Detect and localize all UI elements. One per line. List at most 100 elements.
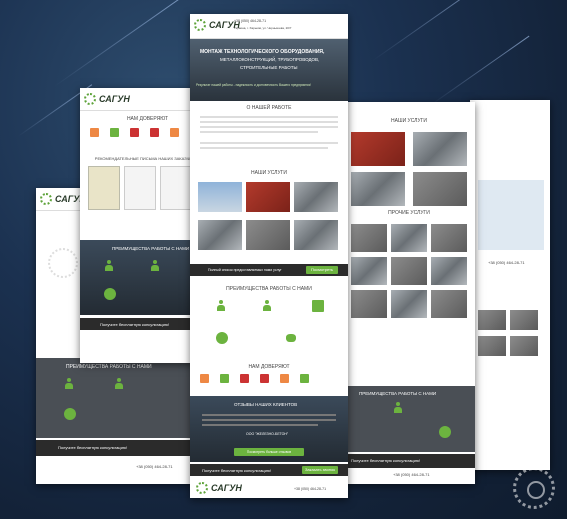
section-title: НАШИ УСЛУГИ: [251, 170, 287, 176]
section-title: НАМ ДОВЕРЯЮТ: [248, 364, 290, 370]
section-title: ОТЗЫВЫ НАШИХ КЛИЕНТОВ: [234, 402, 298, 407]
order-call-button[interactable]: Заказать звонок: [302, 466, 338, 474]
mockup-page-center: САГУН +38 (050) 464-28-71 Украина, г. Ха…: [190, 14, 348, 498]
hero-title-line: МЕТАЛЛОКОНСТРУКЦИЙ, ТРУБОПРОВОДОВ,: [220, 57, 320, 62]
text-line: [200, 121, 338, 123]
client-logo: [110, 128, 119, 137]
footer-phone: +38 (050) 464-28-71: [393, 472, 430, 477]
hero-banner: МОНТАЖ ТЕХНОЛОГИЧЕСКОГО ОБОРУДОВАНИЯ, МЕ…: [190, 39, 348, 101]
consult-bar: Получите бесплатную консультацию!: [343, 454, 475, 468]
text-line: [200, 142, 338, 144]
client-logo: [200, 374, 209, 383]
watermark-logo: [513, 467, 555, 509]
client-logo: [150, 128, 159, 137]
contact-phone: +38 (050) 464-28-71: [488, 260, 525, 265]
header-phone: +38 (050) 464-28-71: [234, 19, 267, 23]
text-line: [200, 116, 338, 118]
service-photo: [351, 132, 405, 166]
person-icon: [104, 260, 114, 272]
clock-icon: [64, 408, 76, 420]
brand-name: САГУН: [211, 483, 242, 493]
service-photo: [413, 132, 467, 166]
clock-icon: [104, 288, 116, 300]
service-photo: [391, 224, 427, 252]
client-logo: [170, 128, 179, 137]
gallery-photo: [510, 310, 538, 330]
view-services-button[interactable]: Посмотреть: [306, 266, 338, 274]
gear-icon: [48, 248, 78, 278]
person-icon: [216, 300, 226, 312]
text-line: [202, 414, 336, 416]
advantages-section: ПРЕИМУЩЕСТВА РАБОТЫ С НАМИ: [36, 358, 196, 438]
map-widget: [478, 180, 544, 250]
reviews-section: ОТЗЫВЫ НАШИХ КЛИЕНТОВ ООО "ЖЕЛЕЗНО-БЕТОН…: [190, 396, 348, 462]
text-line: [200, 131, 318, 133]
letter-image: [124, 166, 156, 210]
service-photo: [351, 224, 387, 252]
more-reviews-button[interactable]: Посмотреть больше отзывов: [234, 448, 304, 456]
gallery-photo: [510, 336, 538, 356]
section-title: ПРЕИМУЩЕСТВА РАБОТЫ С НАМИ: [112, 246, 190, 251]
brand-logo: САГУН: [84, 92, 130, 106]
consult-text: Получите бесплатную консультацию!: [100, 322, 169, 327]
person-icon: [64, 378, 74, 390]
service-photo: [391, 257, 427, 285]
service-photo: [294, 182, 338, 212]
light-streak: [430, 35, 530, 106]
hero-title-line: СТРОИТЕЛЬНЫЕ РАБОТЫ: [240, 65, 298, 70]
section-title: ПРОЧИЕ УСЛУГИ: [388, 210, 430, 216]
client-logo: [90, 128, 99, 137]
client-logo: [130, 128, 139, 137]
letter-image: [160, 166, 192, 210]
section-title: О НАШЕЙ РАБОТЕ: [246, 105, 292, 111]
person-icon: [393, 402, 403, 414]
consult-text: Получите бесплатную консультацию!: [58, 445, 127, 450]
client-logo: [280, 374, 289, 383]
clock-icon: [216, 332, 228, 344]
client-logo: [240, 374, 249, 383]
consult-text: Получите бесплатную консультацию!: [202, 468, 271, 473]
section-title: ПРЕИМУЩЕСТВА РАБОТЫ С НАМИ: [66, 364, 152, 370]
gear-icon: [40, 193, 52, 205]
hero-subtitle: Результат нашей работы - надежность и до…: [196, 83, 311, 87]
service-photo: [198, 220, 242, 250]
review-author: ООО "ЖЕЛЕЗНО-БЕТОН": [246, 432, 289, 436]
mockup-page-right-back: +38 (050) 464-28-71: [470, 100, 550, 470]
light-streak: [372, 0, 488, 62]
service-photo: [391, 290, 427, 318]
header-address: Украина, г. Харьков, ул. Чернышева, 20/7: [234, 26, 292, 30]
full-list-bar: Полный список предоставляемых нами услуг…: [190, 264, 348, 276]
service-photo: [431, 290, 467, 318]
consult-bar: Получите бесплатную консультацию! Заказа…: [190, 464, 348, 476]
person-icon: [150, 260, 160, 272]
service-photo: [351, 172, 405, 206]
footer-phone: +38 (050) 464-28-71: [136, 464, 173, 469]
letter-image: [88, 166, 120, 210]
gear-icon: [194, 19, 206, 31]
consult-bar: Получите бесплатную консультацию!: [36, 440, 196, 456]
section-title: ПРЕИМУЩЕСТВА РАБОТЫ С НАМИ: [226, 286, 312, 292]
advantages-section: ПРЕИМУЩЕСТВА РАБОТЫ С НАМИ: [343, 386, 475, 452]
footer-phone: +38 (050) 464-28-71: [294, 487, 327, 491]
service-photo: [246, 220, 290, 250]
piggy-bank-icon: [286, 334, 296, 342]
service-photo: [431, 257, 467, 285]
hero-title-line: МОНТАЖ ТЕХНОЛОГИЧЕСКОГО ОБОРУДОВАНИЯ,: [200, 49, 325, 55]
text-line: [202, 424, 318, 426]
service-photo: [351, 257, 387, 285]
service-photo: [246, 182, 290, 212]
client-logo: [300, 374, 309, 383]
section-title: НАШИ УСЛУГИ: [391, 118, 427, 124]
client-logo: [220, 374, 229, 383]
full-list-text: Полный список предоставляемых нами услуг: [208, 268, 282, 272]
brand-name: САГУН: [99, 94, 130, 104]
page-header: САГУН +38 (050) 464-28-71 Украина, г. Ха…: [190, 14, 348, 39]
service-photo: [351, 290, 387, 318]
checkmark-icon: [439, 426, 451, 438]
text-line: [200, 147, 328, 149]
mockup-page-right-mid: НАШИ УСЛУГИ ПРОЧИЕ УСЛУГИ ПРЕИМУЩЕСТВА Р…: [343, 102, 475, 484]
person-icon: [114, 378, 124, 390]
person-icon: [262, 300, 272, 312]
gallery-photo: [478, 336, 506, 356]
light-streak: [54, 0, 186, 87]
